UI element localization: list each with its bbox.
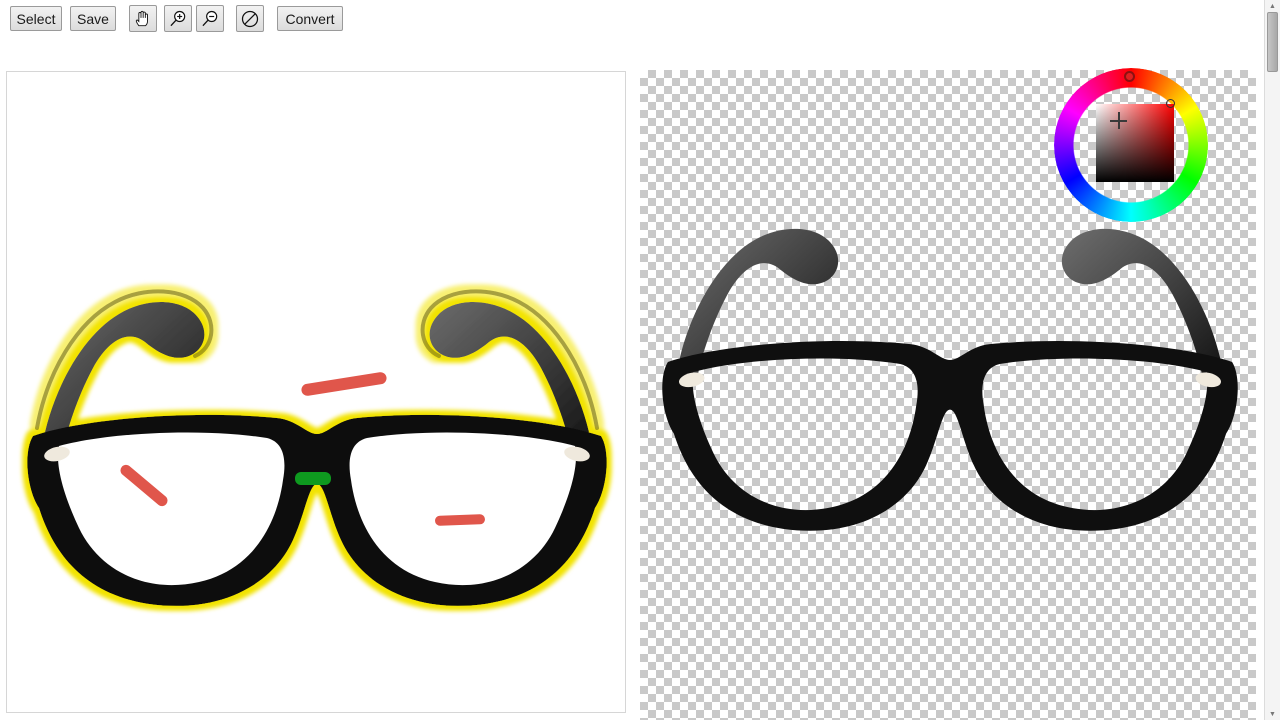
select-button[interactable]: Select	[10, 6, 62, 31]
right-toolbar: EDGE Crisp ▼	[640, 0, 1256, 70]
scroll-up-arrow-icon[interactable]: ▲	[1265, 0, 1280, 12]
page-scrollbar[interactable]: ▲ ▼	[1264, 0, 1280, 720]
left-toolbar-row-secondary: Tol 5 Bor 10	[0, 37, 640, 103]
source-image-canvas[interactable]	[6, 71, 626, 713]
background-mark	[434, 514, 486, 526]
saturation-value-square[interactable]	[1096, 104, 1174, 182]
no-tool-button[interactable]	[236, 5, 264, 32]
hand-icon	[135, 10, 148, 26]
glasses-source-artwork	[27, 289, 607, 606]
zoom-in-icon	[170, 10, 186, 26]
saturation-value-marker-handle[interactable]	[1166, 99, 1175, 108]
pan-tool-button[interactable]	[129, 5, 157, 32]
convert-button-label: Convert	[285, 10, 335, 27]
left-toolbar-row-primary: Select Save Convert	[0, 0, 640, 37]
zoom-out-button[interactable]	[196, 5, 224, 32]
select-button-label: Select	[16, 10, 56, 27]
convert-button[interactable]: Convert	[277, 6, 343, 31]
app-root: Select Save Convert ▲ ▼	[0, 0, 1280, 720]
hue-marker-handle[interactable]	[1124, 71, 1135, 82]
prohibit-icon	[241, 10, 259, 27]
save-button-label: Save	[77, 10, 109, 27]
save-button[interactable]: Save	[70, 6, 116, 31]
scroll-down-arrow-icon[interactable]: ▼	[1265, 708, 1280, 720]
zoom-out-icon	[202, 10, 218, 26]
color-wheel-picker[interactable]	[1054, 68, 1208, 222]
scrollbar-thumb[interactable]	[1267, 12, 1278, 72]
foreground-mark	[295, 472, 331, 485]
zoom-in-button[interactable]	[164, 5, 192, 32]
